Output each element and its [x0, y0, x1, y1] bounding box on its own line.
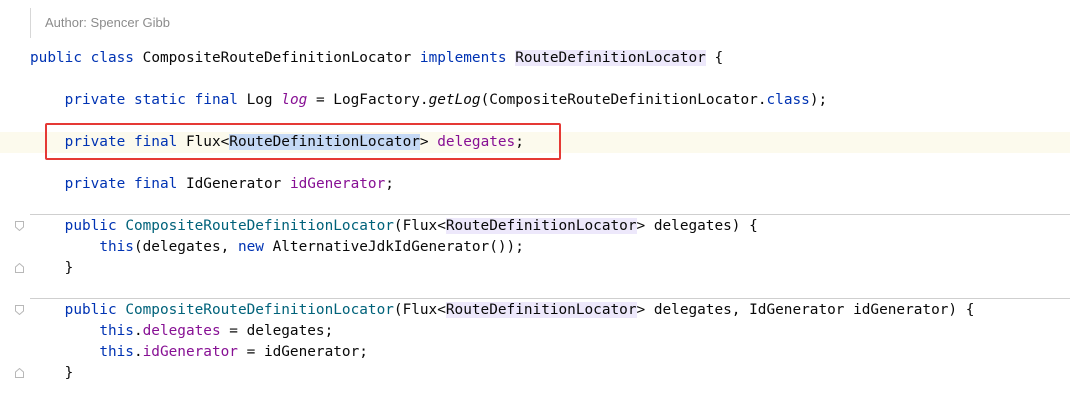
log-kw-class: class: [766, 92, 810, 108]
code-line-ctor1-body[interactable]: this(delegates, new AlternativeJdkIdGene…: [0, 237, 1070, 258]
code-line-ctor2-signature[interactable]: public CompositeRouteDefinitionLocator(F…: [0, 300, 1070, 321]
log-end: );: [809, 92, 828, 108]
class-name[interactable]: CompositeRouteDefinitionLocator: [143, 50, 412, 66]
code-line-delegates-field[interactable]: private final Flux<RouteDefinitionLocato…: [0, 132, 1070, 153]
log-arg: (CompositeRouteDefinitionLocator.: [480, 92, 767, 108]
code-line-ctor2-assign-idgen[interactable]: this.idGenerator = idGenerator;: [0, 342, 1070, 363]
kw-implements: implements: [419, 50, 507, 66]
interface-name[interactable]: RouteDefinitionLocator: [515, 50, 706, 66]
method-separator: [30, 298, 1070, 299]
log-modifiers: private static final: [64, 92, 238, 108]
ctor1-generic[interactable]: RouteDefinitionLocator: [445, 218, 637, 234]
idgen-type[interactable]: IdGenerator: [186, 176, 281, 192]
ctor2-this1: this: [99, 323, 134, 339]
idgen-field[interactable]: idGenerator: [290, 176, 385, 192]
ctor2-field1[interactable]: delegates: [143, 323, 221, 339]
ctor1-kw-public: public: [64, 218, 117, 234]
delegates-field[interactable]: delegates: [437, 134, 515, 150]
code-line-ctor1-close[interactable]: }: [0, 258, 1070, 279]
ctor1-param-open: (Flux<: [393, 218, 446, 234]
delegates-end: ;: [515, 134, 524, 150]
selected-generic-type[interactable]: RouteDefinitionLocator: [229, 134, 420, 150]
log-getlog-call[interactable]: getLog: [429, 92, 481, 108]
code-line-ctor1-signature[interactable]: public CompositeRouteDefinitionLocator(F…: [0, 216, 1070, 237]
kw-public: public: [30, 50, 82, 66]
code-editor[interactable]: Author: Spencer Gibb public class Compos…: [0, 0, 1070, 404]
ctor2-name[interactable]: CompositeRouteDefinitionLocator: [125, 302, 394, 318]
code-line-ctor2-assign-delegates[interactable]: this.delegates = delegates;: [0, 321, 1070, 342]
ctor1-close-brace: }: [64, 260, 74, 276]
kw-class: class: [90, 50, 134, 66]
log-factory[interactable]: LogFactory.: [333, 92, 428, 108]
delegates-modifiers: private final: [64, 134, 178, 150]
ctor1-rest[interactable]: AlternativeJdkIdGenerator());: [264, 239, 524, 255]
ctor2-param-close: > delegates, IdGenerator idGenerator) {: [636, 302, 975, 318]
ctor2-generic[interactable]: RouteDefinitionLocator: [445, 302, 637, 318]
delegates-type-open[interactable]: Flux<: [186, 134, 229, 150]
ctor2-param-open: (Flux<: [393, 302, 446, 318]
log-field[interactable]: log: [281, 92, 307, 108]
ctor2-this2: this: [99, 344, 134, 360]
author-inlay-hint[interactable]: Author: Spencer Gibb: [30, 8, 170, 38]
ctor2-kw-public: public: [64, 302, 117, 318]
log-eq: =: [315, 92, 325, 108]
ctor1-param-close: > delegates) {: [636, 218, 758, 234]
ctor2-close-brace: }: [64, 365, 74, 381]
code-line-ctor2-close[interactable]: }: [0, 363, 1070, 384]
ctor1-this: this: [99, 239, 134, 255]
idgen-end: ;: [385, 176, 394, 192]
code-line-idgenerator-field[interactable]: private final IdGenerator idGenerator;: [0, 174, 1070, 195]
ctor2-assign1: = delegates;: [220, 323, 334, 339]
ctor2-field2[interactable]: idGenerator: [143, 344, 238, 360]
log-type[interactable]: Log: [247, 92, 273, 108]
code-line-log-field[interactable]: private static final Log log = LogFactor…: [0, 90, 1070, 111]
ctor1-name[interactable]: CompositeRouteDefinitionLocator: [125, 218, 394, 234]
delegates-type-close: >: [419, 134, 429, 150]
code-line-class-decl[interactable]: public class CompositeRouteDefinitionLoc…: [0, 48, 1070, 69]
method-separator: [30, 214, 1070, 215]
open-brace: {: [705, 50, 724, 66]
idgen-modifiers: private final: [64, 176, 178, 192]
ctor2-assign2: = idGenerator;: [237, 344, 368, 360]
ctor1-new: new: [237, 239, 264, 255]
ctor1-args: (delegates,: [133, 239, 238, 255]
